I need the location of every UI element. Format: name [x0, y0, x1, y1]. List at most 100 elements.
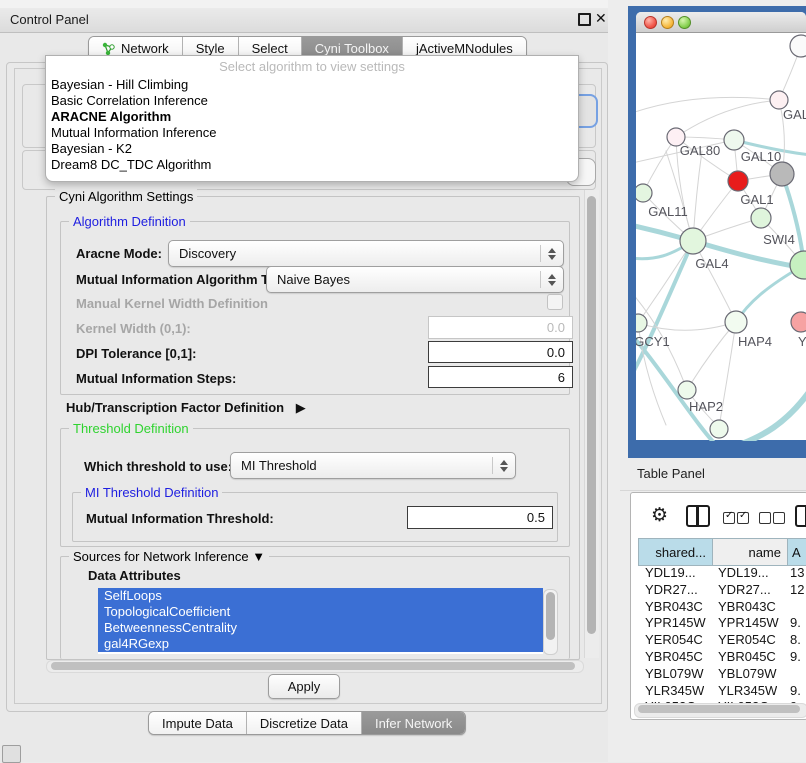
float-panel-icon[interactable]: [578, 13, 591, 26]
table-row[interactable]: YBL079WYBL079W: [638, 666, 806, 683]
settings-vertical-scrollbar[interactable]: [584, 190, 599, 658]
table-horizontal-scrollbar[interactable]: [634, 703, 806, 718]
attribute-list-item[interactable]: TopologicalCoefficient: [98, 604, 543, 620]
settings-horizontal-scrollbar[interactable]: [46, 660, 584, 673]
sources-group-title[interactable]: Sources for Network Inference ▼: [69, 549, 269, 564]
network-canvas[interactable]: GALGAL80GAL10GAL1GAL11SWI4GAL4GCY1HAP4YH…: [636, 33, 806, 441]
table-cell: YBR045C: [718, 649, 776, 666]
node-red[interactable]: [728, 171, 748, 191]
stepper-arrows-icon: [492, 457, 515, 475]
attribute-list-item[interactable]: gal4RGexp: [98, 636, 543, 652]
node-salmon[interactable]: [791, 312, 806, 332]
node-label: GAL11: [648, 204, 688, 219]
table-row[interactable]: YDR27...YDR27...12: [638, 582, 806, 599]
data-attributes-label: Data Attributes: [88, 568, 181, 583]
close-panel-icon[interactable]: ✕: [595, 10, 607, 27]
node-gcy1[interactable]: [636, 314, 647, 332]
network-window-titlebar[interactable]: [636, 12, 806, 33]
minimize-window-icon[interactable]: [661, 16, 674, 29]
dropdown-item[interactable]: Basic Correlation Inference: [46, 93, 578, 109]
network-edge[interactable]: [636, 333, 718, 441]
network-window[interactable]: GALGAL80GAL10GAL1GAL11SWI4GAL4GCY1HAP4YH…: [636, 12, 806, 440]
node-label: SWI4: [763, 232, 795, 247]
hub-definition-toggle[interactable]: Hub/Transcription Factor Definition ▶: [66, 400, 306, 416]
column-header-name[interactable]: name: [713, 539, 788, 565]
table-cell: YBR043C: [718, 599, 776, 616]
expand-arrow-icon: ▶: [296, 400, 306, 415]
network-edge[interactable]: [666, 151, 693, 241]
select-all-checkbox-icon[interactable]: ✓: [723, 512, 735, 524]
node-label: HAP2: [689, 399, 723, 414]
table-row[interactable]: YPR145WYPR145W9.: [638, 615, 806, 632]
deselect-all-checkbox-icon[interactable]: [759, 512, 771, 524]
network-edge[interactable]: [636, 97, 779, 113]
collapse-arrow-icon: ▼: [252, 549, 265, 564]
tab-discretize-data[interactable]: Discretize Data: [247, 712, 362, 734]
table-cell: YDR27...: [645, 582, 698, 599]
table-cell: YDL19...: [718, 565, 769, 582]
zoom-window-icon[interactable]: [678, 16, 691, 29]
network-edge[interactable]: [687, 322, 736, 390]
column-header-partial[interactable]: A: [788, 539, 806, 565]
node-gal10[interactable]: [724, 130, 744, 150]
dropdown-item[interactable]: Bayesian - Hill Climbing: [46, 77, 578, 93]
node-gal4[interactable]: [680, 228, 706, 254]
node-bottom[interactable]: [710, 420, 728, 438]
export-table-icon-partial[interactable]: [795, 505, 806, 527]
mi-type-combobox[interactable]: Naive Bayes: [266, 266, 564, 293]
manual-kernel-checkbox[interactable]: [547, 294, 563, 310]
dropdown-item[interactable]: Dream8 DC_TDC Algorithm: [46, 157, 578, 173]
node-label: HAP4: [738, 334, 772, 349]
table-row[interactable]: YBR043CYBR043C: [638, 599, 806, 616]
table-row[interactable]: YLR345WYLR345W9.: [638, 683, 806, 700]
tab-network-label: Network: [121, 41, 169, 56]
aracne-mode-combobox[interactable]: Discovery: [168, 240, 564, 267]
mi-steps-label: Mutual Information Steps:: [76, 371, 236, 386]
tab-impute-data[interactable]: Impute Data: [149, 712, 247, 734]
network-edge[interactable]: [676, 100, 779, 137]
table-panel: ⚙ ✓ ✓ shared... name A YDL19...YDL19...1…: [630, 492, 806, 720]
dpi-tolerance-field[interactable]: 0.0: [428, 341, 573, 363]
table-cell: YLR345W: [718, 683, 777, 700]
tab-infer-network[interactable]: Infer Network: [362, 712, 465, 734]
mi-type-label: Mutual Information Algorithm Type:: [76, 272, 295, 287]
mi-steps-field[interactable]: 6: [428, 366, 573, 388]
dropdown-item[interactable]: Mutual Information Inference: [46, 125, 578, 141]
node-gal11[interactable]: [636, 184, 652, 202]
which-threshold-combobox[interactable]: MI Threshold: [230, 452, 516, 479]
data-attributes-list[interactable]: SelfLoopsTopologicalCoefficientBetweenne…: [98, 588, 543, 654]
attribute-list-scrollbar[interactable]: [543, 589, 558, 655]
node-label: GAL80: [680, 143, 720, 158]
table-cell: YER054C: [718, 632, 776, 649]
node-unlabeled-top[interactable]: [790, 35, 806, 57]
collapsed-panel-stub-button[interactable]: [2, 745, 21, 763]
stepper-arrows-icon: [540, 245, 563, 263]
node-label: GAL4: [695, 256, 728, 271]
control-panel-titlebar: [0, 8, 620, 33]
node-hap2[interactable]: [678, 381, 696, 399]
table-cell: YBL079W: [645, 666, 704, 683]
attribute-list-item[interactable]: SelfLoops: [98, 588, 543, 604]
table-row[interactable]: YDL19...YDL19...13: [638, 565, 806, 582]
node-swi4[interactable]: [790, 251, 806, 279]
node-gray[interactable]: [770, 162, 794, 186]
table-body: YDL19...YDL19...13YDR27...YDR27...12YBR0…: [638, 565, 806, 703]
node-label: GAL1: [740, 192, 773, 207]
gear-icon[interactable]: ⚙: [651, 506, 668, 525]
dropdown-item[interactable]: ARACNE Algorithm: [46, 109, 578, 125]
dpi-tolerance-label: DPI Tolerance [0,1]:: [76, 346, 196, 361]
table-row[interactable]: YER054CYER054C8.: [638, 632, 806, 649]
node-hap4[interactable]: [725, 311, 747, 333]
table-row[interactable]: YBR045CYBR045C9.: [638, 649, 806, 666]
kernel-width-field[interactable]: 0.0: [428, 316, 573, 339]
network-edge[interactable]: [734, 388, 806, 441]
close-window-icon[interactable]: [644, 16, 657, 29]
mi-threshold-field[interactable]: 0.5: [407, 506, 553, 529]
dropdown-item[interactable]: Bayesian - K2: [46, 141, 578, 157]
node-gal1[interactable]: [751, 208, 771, 228]
apply-button[interactable]: Apply: [268, 674, 340, 699]
table-cell: YPR145W: [718, 615, 779, 632]
column-header-shared-name[interactable]: shared...: [639, 539, 713, 565]
columns-icon[interactable]: [686, 505, 710, 527]
attribute-list-item[interactable]: BetweennessCentrality: [98, 620, 543, 636]
